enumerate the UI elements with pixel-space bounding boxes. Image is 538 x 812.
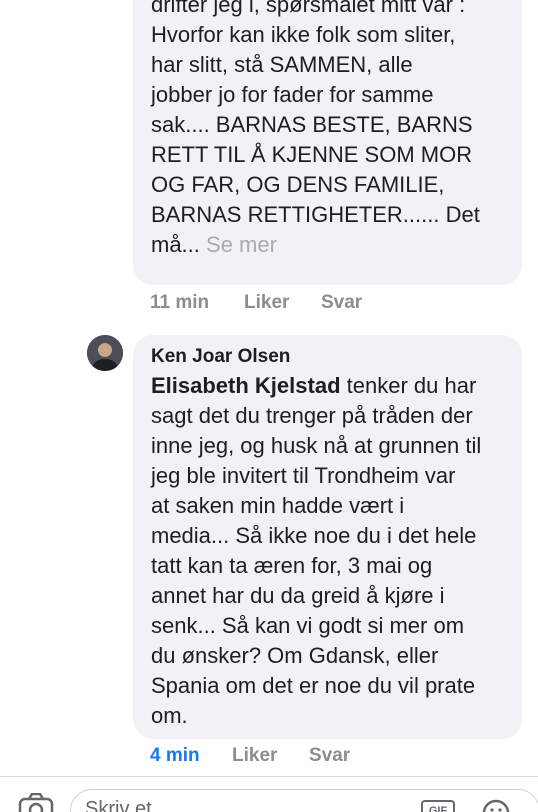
comment-bubble: drifter jeg i, spørsmålet mitt var : Hvo… [133,0,522,285]
comment-text: Elisabeth Kjelstad tenker du har sagt de… [151,371,504,731]
comment-composer: Skriv et… GIF [0,776,538,812]
comment-line: media... Så ikke noe du i det hele [151,523,477,548]
comment-timestamp[interactable]: 11 min [150,292,209,314]
comment-line: jeg ble invitert til Trondheim var [151,463,456,488]
comment-line: annet har du da greid å kjøre i [151,583,445,608]
comment-timestamp[interactable]: 4 min [150,745,200,767]
comment-line: inne jeg, og husk nå at grunnen til [151,433,482,458]
comment-line: om. [151,703,188,728]
comment-line: sagt det du trenger på tråden der [151,403,473,428]
comment-thread: drifter jeg i, spørsmålet mitt var : Hvo… [0,0,538,812]
comment-line: Spania om det er noe du vil prate [151,673,476,698]
comment-line: RETT TIL Å KJENNE SOM MOR [151,142,473,167]
gif-button[interactable]: GIF [421,800,455,812]
comment-line: har slitt, stå SAMMEN, alle [151,52,413,77]
avatar-image [87,335,123,371]
comment-line: BARNAS RETTIGHETER...... Det [151,202,480,227]
comment-line: OG FAR, OG DENS FAMILIE, [151,172,445,197]
comment-line: du ønsker? Om Gdansk, eller [151,643,439,668]
comment-line: Elisabeth Kjelstad tenker du har [151,371,504,401]
comment-line: tatt kan ta æren for, 3 mai og [151,553,433,578]
comment-actions: 4 min Liker Svar [150,745,530,771]
reply-button[interactable]: Svar [321,292,362,314]
comment-line-end: må... [151,232,200,257]
comment-text: drifter jeg i, spørsmålet mitt var : Hvo… [151,0,513,260]
emoji-icon[interactable] [481,798,511,812]
camera-icon[interactable] [18,793,54,812]
comment-line: senk... Så kan vi godt si mer om [151,613,465,638]
comment-input-placeholder: Skriv et… [85,798,172,812]
comment-line: Hvorfor kan ikke folk som sliter, [151,22,456,47]
like-button[interactable]: Liker [244,292,289,314]
like-button[interactable]: Liker [232,745,277,767]
see-more-link[interactable]: Se mer [206,232,277,257]
comment-line: sak.... BARNAS BESTE, BARNS [151,112,473,137]
comment-bubble: Ken Joar Olsen Elisabeth Kjelstad tenker… [133,335,522,739]
comment-line: jobber jo for fader for samme [151,82,434,107]
comment-input[interactable]: Skriv et… GIF [70,789,538,812]
comment-actions: 11 min Liker Svar [150,292,530,318]
comment-author[interactable]: Ken Joar Olsen [151,345,504,369]
comment-line: at saken min hadde vært i [151,493,405,518]
mention-link[interactable]: Elisabeth Kjelstad [151,373,341,398]
avatar[interactable] [87,335,123,371]
comment-line: drifter jeg i, spørsmålet mitt var : [151,0,466,17]
comment-line-text: tenker du har [340,373,477,398]
reply-button[interactable]: Svar [309,745,350,767]
comment-line: må... Se mer [151,230,513,260]
